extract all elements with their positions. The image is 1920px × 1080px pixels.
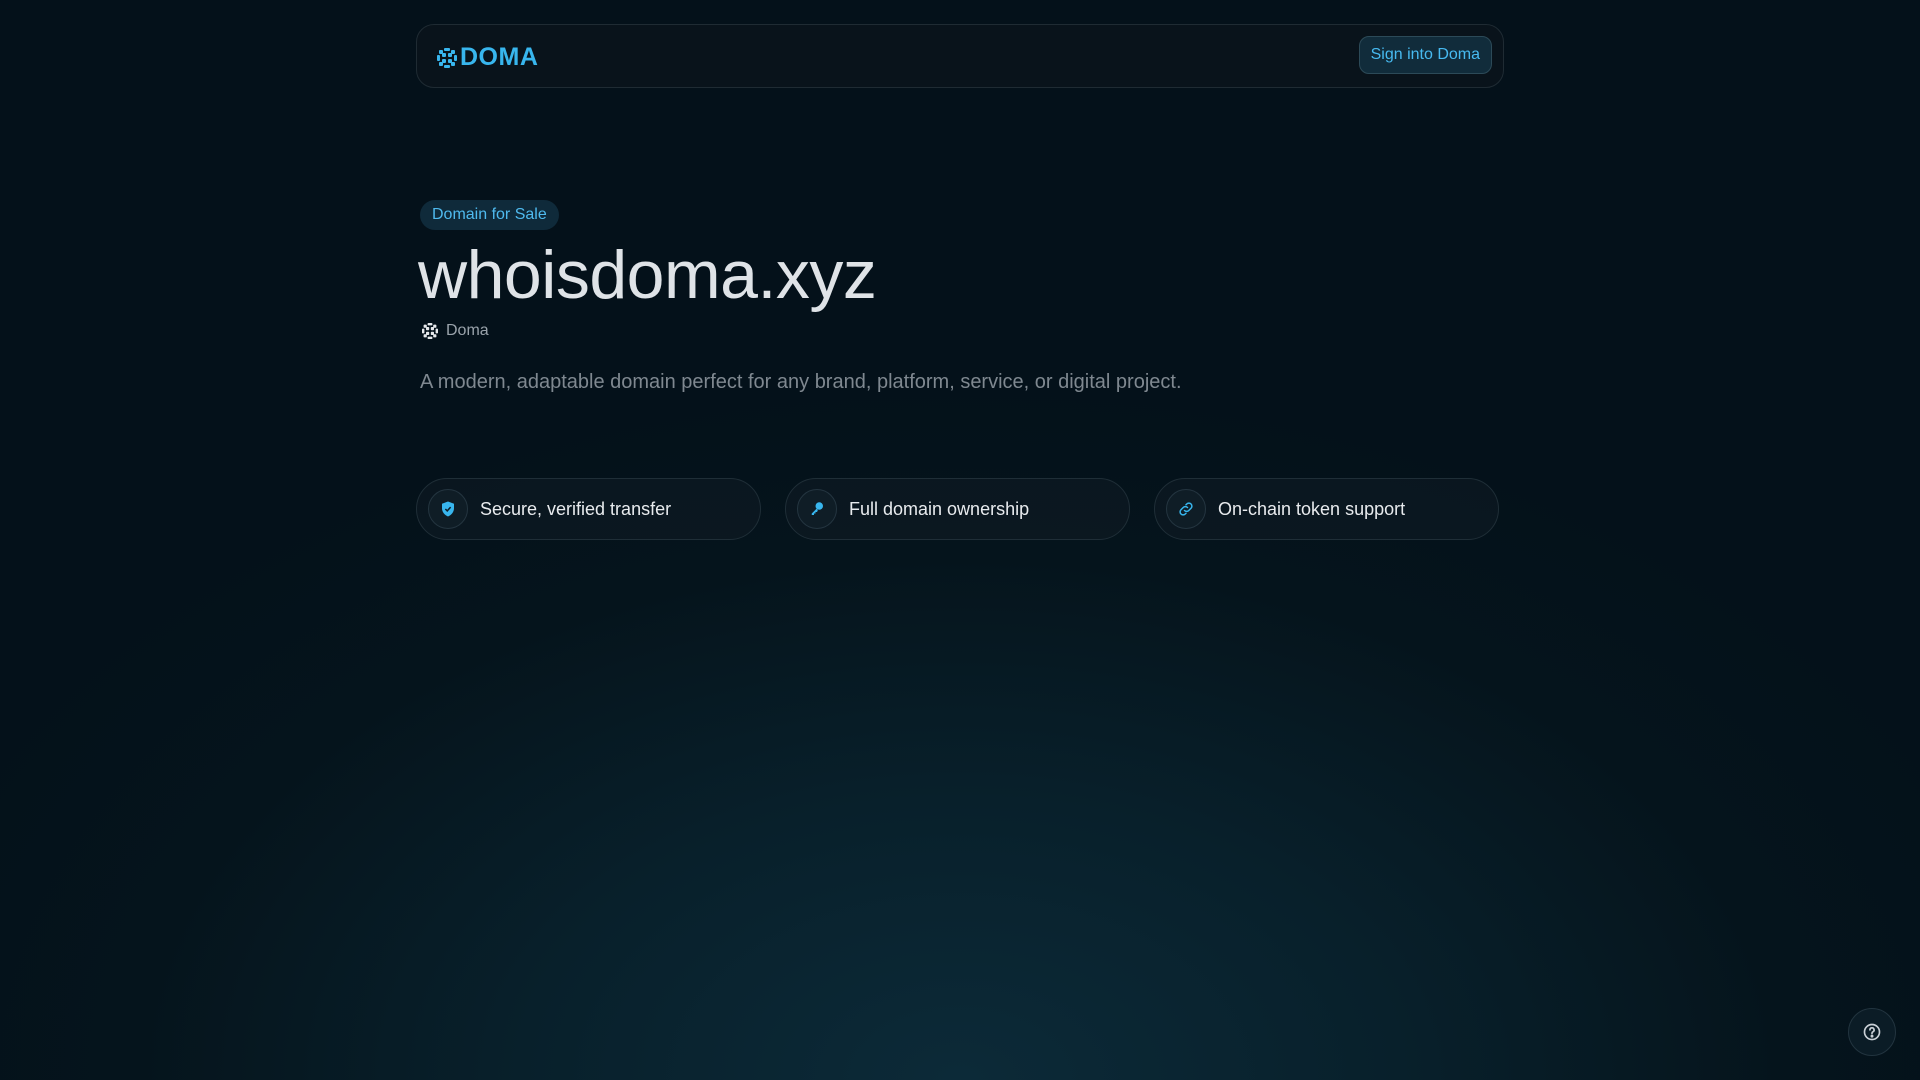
key-icon <box>797 489 837 529</box>
feature-label: On-chain token support <box>1218 498 1406 519</box>
owner-row: Doma <box>422 322 489 340</box>
sign-in-button[interactable]: Sign into Doma <box>1358 36 1492 74</box>
domain-description: A modern, adaptable domain perfect for a… <box>420 371 1182 393</box>
shield-check-icon <box>428 489 468 529</box>
feature-list: Secure, verified transfer Full domain ow… <box>416 478 1499 540</box>
question-icon <box>1863 1023 1881 1041</box>
status-badge: Domain for Sale <box>420 200 559 230</box>
link-icon <box>1166 489 1206 529</box>
feature-label: Full domain ownership <box>849 498 1030 519</box>
logo-text: DOMA <box>460 43 539 71</box>
owner-name: Doma <box>446 322 489 339</box>
feature-card-onchain: On-chain token support <box>1154 478 1499 540</box>
feature-card-secure-transfer: Secure, verified transfer <box>416 478 761 540</box>
feature-card-ownership: Full domain ownership <box>785 478 1130 540</box>
doma-logo-icon <box>437 47 457 68</box>
top-nav: DOMA Sign into Doma <box>416 24 1504 88</box>
help-button[interactable] <box>1848 1008 1896 1056</box>
feature-label: Secure, verified transfer <box>480 498 672 519</box>
domain-title: whoisdoma.xyz <box>418 237 877 313</box>
doma-icon <box>422 323 438 339</box>
doma-logo[interactable]: DOMA <box>437 43 538 72</box>
